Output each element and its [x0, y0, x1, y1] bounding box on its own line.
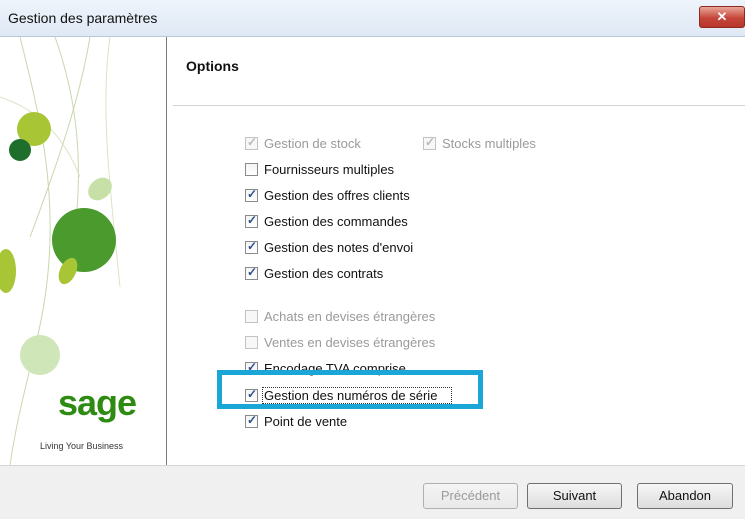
options-divider	[173, 105, 745, 106]
checkbox-box[interactable]	[423, 135, 436, 150]
title-bar: Gestion des paramètres ✕	[0, 0, 745, 37]
checkbox-label: Ventes en devises étrangères	[264, 334, 436, 350]
checkbox-stocks-multiples[interactable]: Stocks multiples	[423, 134, 536, 152]
checkbox-label: Stocks multiples	[442, 135, 536, 151]
logo-tagline: Living Your Business	[40, 441, 124, 451]
checkbox-label: Gestion des commandes	[264, 213, 408, 229]
checkbox-label: Achats en devises étrangères	[264, 308, 436, 324]
close-icon: ✕	[716, 9, 728, 24]
checkbox-box[interactable]	[245, 213, 258, 228]
checkbox-gestion-de-stock[interactable]: Gestion de stock	[245, 134, 361, 152]
sage-logo: sage	[58, 382, 137, 423]
wizard-sidebar: sage Living Your Business	[0, 37, 167, 465]
checkbox-box[interactable]	[245, 309, 258, 323]
checkbox-label: Fournisseurs multiples	[264, 161, 395, 177]
checkbox-label: Gestion des offres clients	[264, 187, 410, 203]
button-bar	[0, 466, 745, 519]
highlight-box	[217, 370, 483, 409]
options-heading: Options	[186, 58, 239, 74]
cancel-button[interactable]: Abandon	[637, 483, 733, 509]
checkbox-fournisseurs-multiples[interactable]: Fournisseurs multiples	[245, 160, 394, 178]
dialog-window: Gestion des paramètres ✕ sage Living You…	[0, 0, 745, 519]
checkbox-point-de-vente[interactable]: Point de vente	[245, 412, 347, 430]
checkbox-commandes[interactable]: Gestion des commandes	[245, 212, 408, 230]
checkbox-box[interactable]	[245, 162, 258, 176]
checkbox-notes-envoi[interactable]: Gestion des notes d'envoi	[245, 238, 413, 256]
checkbox-ventes-devises[interactable]: Ventes en devises étrangères	[245, 333, 435, 351]
checkbox-achats-devises[interactable]: Achats en devises étrangères	[245, 307, 435, 325]
checkbox-label: Gestion des notes d'envoi	[264, 239, 414, 255]
checkbox-label: Gestion des contrats	[264, 265, 384, 281]
checkbox-box[interactable]	[245, 239, 258, 254]
checkbox-box[interactable]	[245, 413, 258, 428]
close-button[interactable]: ✕	[699, 6, 745, 28]
checkbox-box[interactable]	[245, 265, 258, 280]
previous-button[interactable]: Précédent	[423, 483, 518, 509]
checkbox-contrats[interactable]: Gestion des contrats	[245, 264, 383, 282]
window-title: Gestion des paramètres	[8, 10, 158, 26]
next-button[interactable]: Suivant	[527, 483, 622, 509]
checkbox-label: Gestion de stock	[264, 135, 361, 151]
checkbox-box[interactable]	[245, 135, 258, 150]
checkbox-offres-clients[interactable]: Gestion des offres clients	[245, 186, 410, 204]
checkbox-box[interactable]	[245, 335, 258, 349]
checkbox-box[interactable]	[245, 187, 258, 202]
checkbox-label: Point de vente	[264, 413, 348, 429]
